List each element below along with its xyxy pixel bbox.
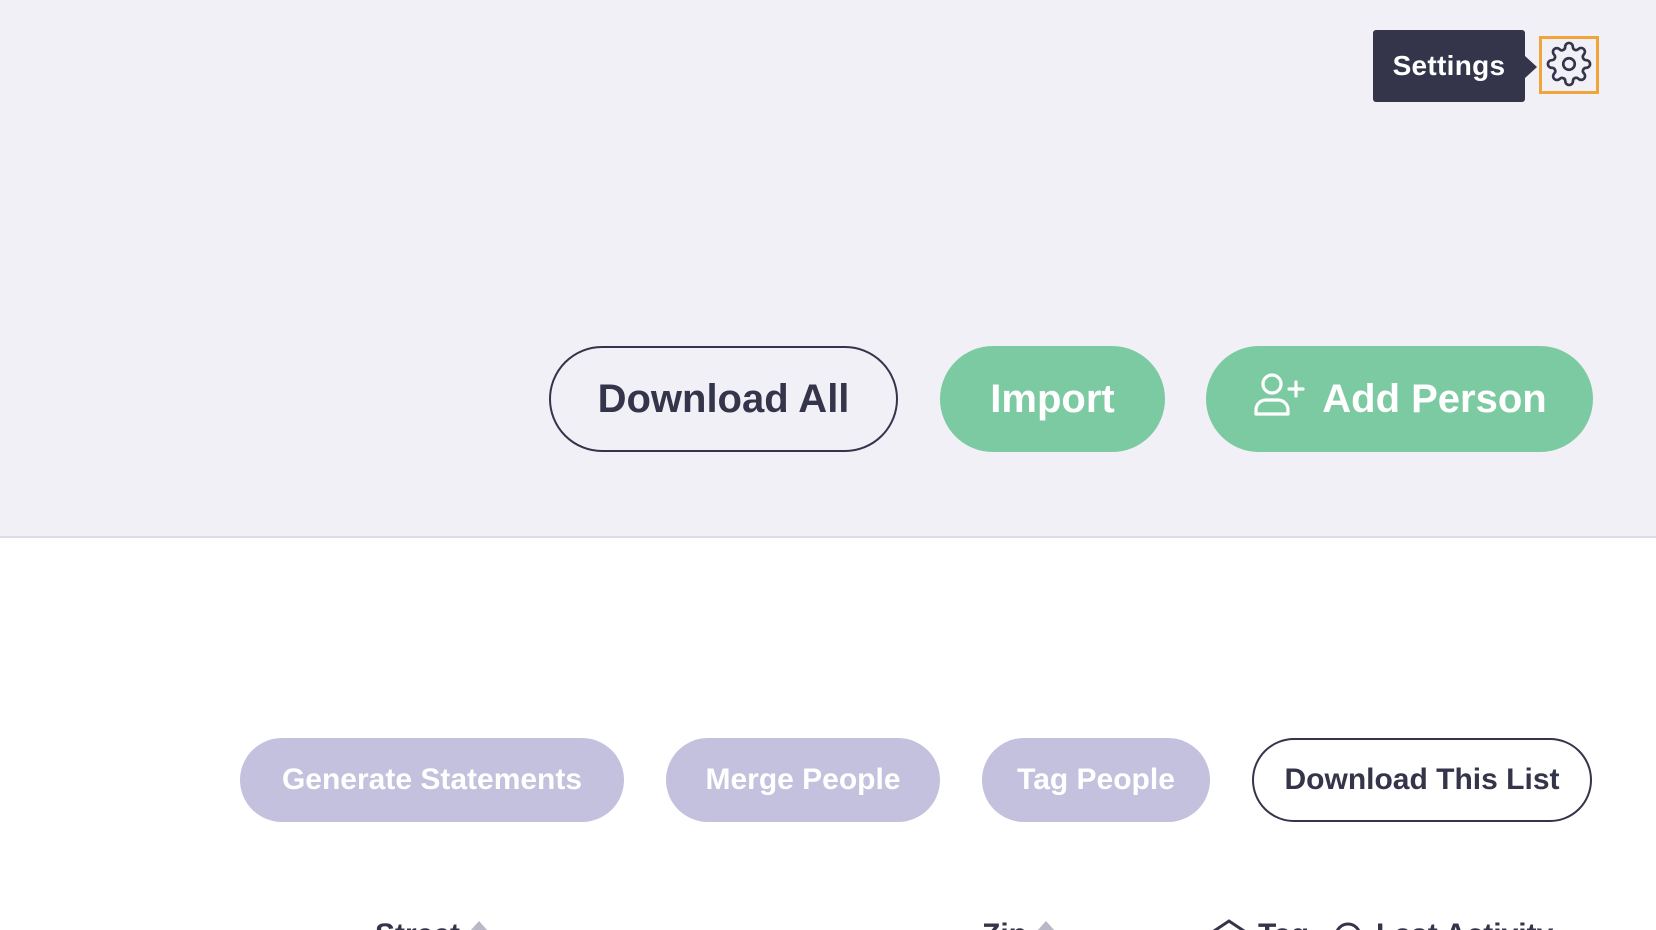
tooltip-arrow xyxy=(1525,56,1537,78)
column-header-tag-label: Tag xyxy=(1258,918,1309,930)
add-person-button[interactable]: Add Person xyxy=(1206,346,1593,452)
download-this-list-button[interactable]: Download This List xyxy=(1252,738,1592,822)
settings-tooltip-label: Settings xyxy=(1392,50,1506,81)
sort-icon xyxy=(470,921,489,930)
tag-icon xyxy=(1208,918,1250,930)
sort-icon xyxy=(1037,921,1055,930)
download-this-list-label: Download This List xyxy=(1284,763,1560,796)
column-header-last-activity-label: Last Activity xyxy=(1376,918,1553,930)
column-header-street-label: Street xyxy=(375,918,460,930)
add-person-label: Add Person xyxy=(1322,376,1547,421)
merge-people-button[interactable]: Merge People xyxy=(666,738,940,822)
import-button[interactable]: Import xyxy=(940,346,1165,452)
merge-people-label: Merge People xyxy=(705,763,901,796)
tag-people-button[interactable]: Tag People xyxy=(982,738,1210,822)
gear-icon xyxy=(1546,41,1592,90)
settings-button[interactable] xyxy=(1539,36,1599,94)
download-all-label: Download All xyxy=(597,376,850,421)
column-header-street[interactable]: Street xyxy=(375,918,489,930)
settings-tooltip: Settings xyxy=(1373,30,1525,102)
column-header-zip[interactable]: Zip xyxy=(982,918,1055,930)
clock-icon xyxy=(1328,918,1368,930)
column-header-tag[interactable]: Tag xyxy=(1208,918,1309,930)
column-header-last-activity[interactable]: Last Activity xyxy=(1328,918,1553,930)
generate-statements-label: Generate Statements xyxy=(281,763,583,796)
column-header-zip-label: Zip xyxy=(982,918,1027,930)
download-all-button[interactable]: Download All xyxy=(549,346,898,452)
tag-people-label: Tag People xyxy=(1017,763,1175,796)
import-label: Import xyxy=(990,376,1115,421)
generate-statements-button[interactable]: Generate Statements xyxy=(240,738,624,822)
user-plus-icon xyxy=(1252,370,1306,428)
